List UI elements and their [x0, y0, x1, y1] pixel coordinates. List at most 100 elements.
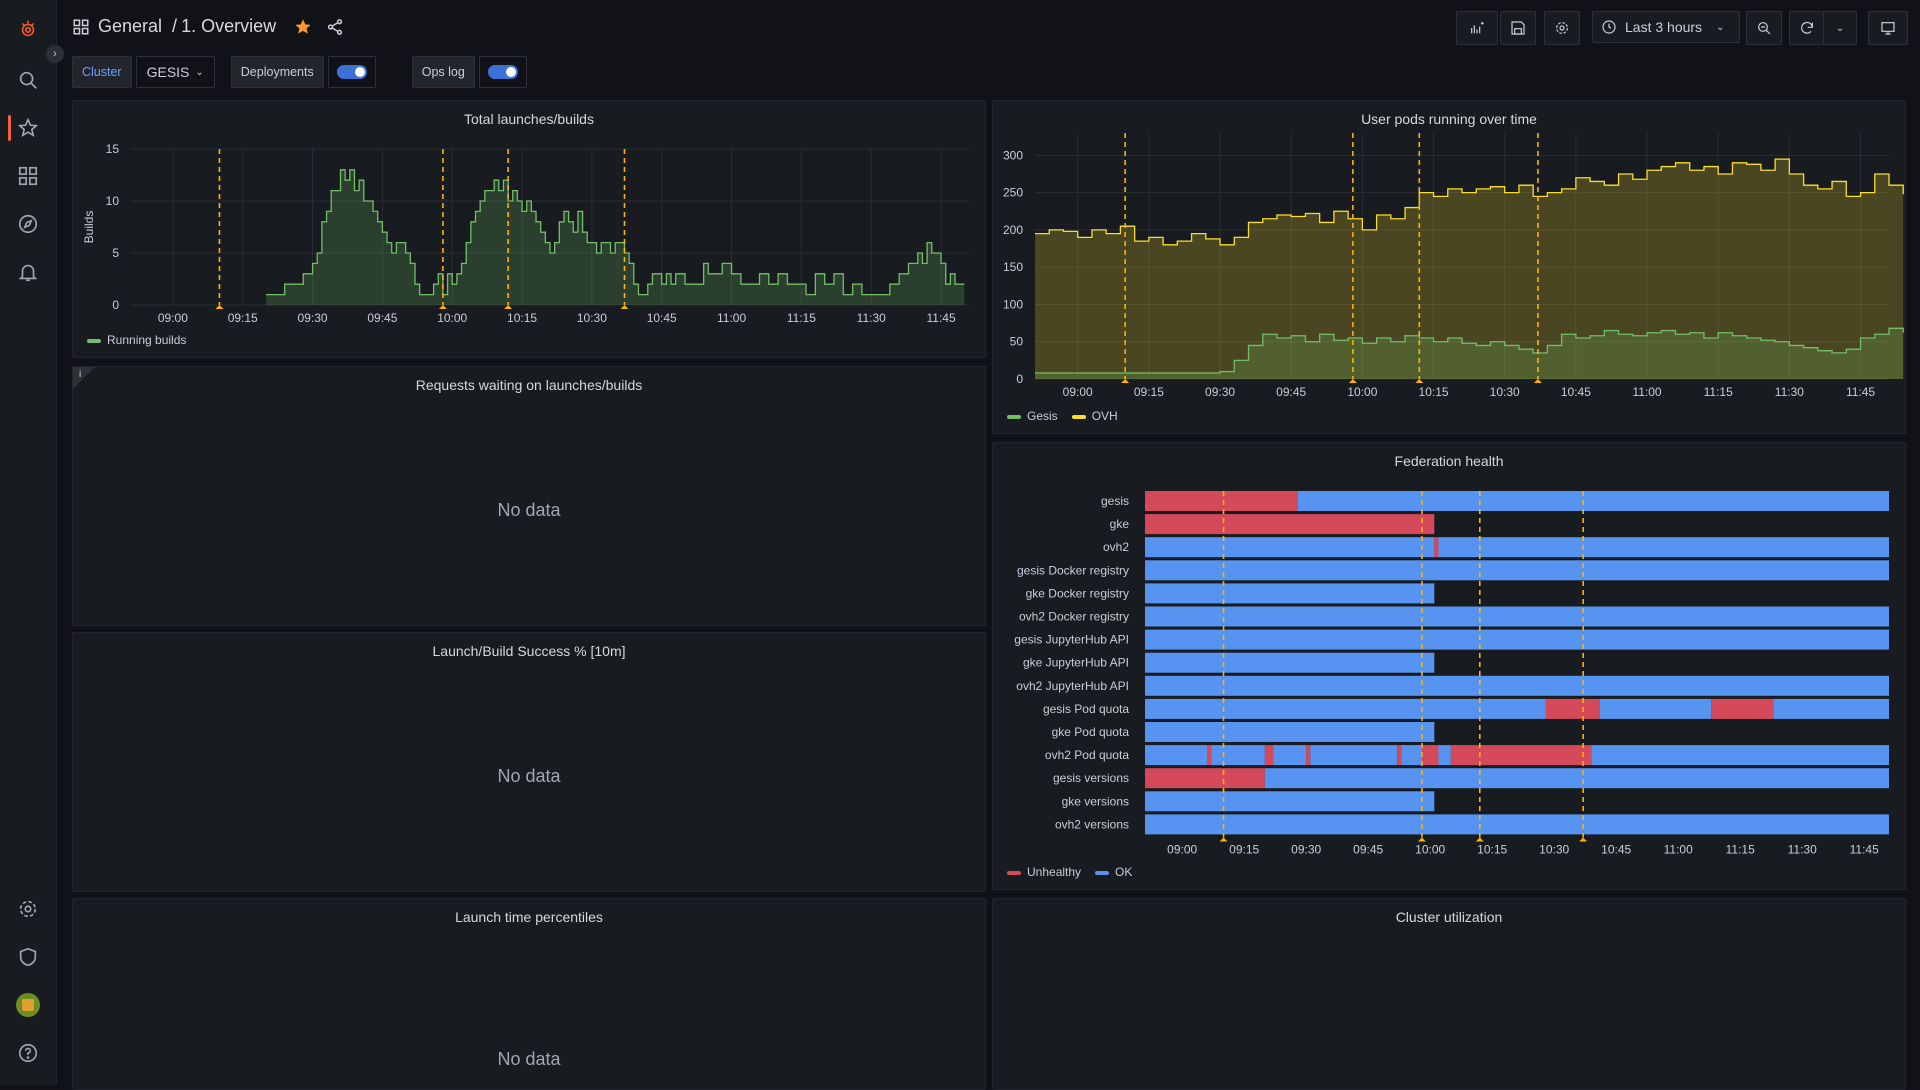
tv-mode-button[interactable] [1868, 11, 1908, 45]
y-tick-label: 15 [106, 142, 120, 156]
panel-total-launches[interactable]: Total launches/builds 0 5 10 15 09:00 09:15 09… [72, 100, 986, 358]
dashboard-title[interactable]: 1. Overview [181, 16, 276, 37]
row-label: gke Pod quota [1052, 725, 1130, 739]
chevron-down-icon: ⌄ [1716, 21, 1725, 33]
x-tick-label: 10:45 [1601, 843, 1631, 857]
breadcrumb-separator: / [172, 16, 178, 36]
zoom-out-icon [1758, 22, 1771, 35]
launches-legend: Running builds [87, 333, 186, 347]
x-tick-label: 09:45 [1353, 843, 1383, 857]
legend-item[interactable]: OK [1095, 865, 1132, 879]
x-tick-label: 10:00 [1415, 843, 1445, 857]
server-admin-icon[interactable] [14, 943, 42, 971]
configuration-icon[interactable] [14, 895, 42, 923]
x-tick-label: 11:45 [1846, 385, 1875, 399]
breadcrumb: General / 1. Overview [72, 16, 344, 37]
user-avatar-icon[interactable] [14, 991, 42, 1019]
dashboard-settings-button[interactable] [1544, 11, 1580, 45]
x-tick-label: 09:30 [1291, 843, 1321, 857]
state-segment [1145, 698, 1546, 719]
annotation-marker [1415, 379, 1424, 383]
state-segment [1397, 745, 1402, 766]
zoom-out-button[interactable] [1746, 11, 1782, 45]
legend-item[interactable]: Running builds [87, 333, 186, 347]
x-tick-label: 11:45 [1850, 843, 1879, 857]
x-tick-label: 10:30 [1539, 843, 1569, 857]
user-pods-chart: 0 50 100 150 200 250 300 09:00 09:15 09:30 09:45 10… [1003, 133, 1904, 399]
state-segment [1599, 698, 1712, 719]
starred-icon[interactable] [14, 114, 42, 142]
row-label: gesis versions [1053, 771, 1129, 785]
variables-bar: Cluster GESIS ⌄ Deployments Ops log [72, 56, 527, 88]
breadcrumb-folder[interactable]: General [98, 16, 162, 37]
refresh-interval-dropdown[interactable]: ⌄ [1823, 11, 1857, 45]
panel-user-pods[interactable]: User pods running over time 0 50 100 150 200… [992, 100, 1906, 434]
x-tick-label: 10:00 [1347, 385, 1377, 399]
x-tick-label: 11:30 [1788, 843, 1817, 857]
legend-item[interactable]: OVH [1071, 409, 1118, 423]
save-dashboard-button[interactable] [1500, 11, 1536, 45]
legend-item[interactable]: Gesis [1007, 409, 1058, 423]
x-tick-label: 10:15 [1477, 843, 1507, 857]
share-icon[interactable] [326, 18, 344, 36]
add-panel-button[interactable] [1456, 11, 1498, 45]
state-segment [1434, 537, 1439, 558]
top-bar: General / 1. Overview Last 3 hours ⌄ ⌄ [56, 0, 1920, 55]
state-segment [1310, 745, 1398, 766]
x-tick-label: 09:00 [1167, 843, 1197, 857]
x-tick-label: 11:15 [1704, 385, 1733, 399]
side-menu [0, 0, 57, 1085]
explore-icon[interactable] [14, 210, 42, 238]
x-tick-label: 09:30 [298, 311, 328, 325]
state-segment [1145, 791, 1435, 812]
active-indicator [8, 115, 11, 141]
state-segment [1145, 768, 1265, 789]
star-favorite-icon[interactable] [294, 18, 312, 36]
state-segment [1145, 652, 1435, 673]
alerting-icon[interactable] [14, 258, 42, 286]
panel-requests-waiting[interactable]: i Requests waiting on launches/builds No… [72, 366, 986, 626]
x-tick-label: 09:00 [158, 311, 188, 325]
refresh-icon [1801, 21, 1813, 34]
gear-icon [1556, 22, 1568, 34]
deployments-toggle-label: Deployments [230, 56, 324, 88]
state-segment [1545, 698, 1600, 719]
no-data-message: No data [497, 766, 561, 786]
annotation-marker [438, 305, 447, 309]
x-tick-label: 10:45 [1561, 385, 1591, 399]
panel-federation-health[interactable]: Federation health gesis gke ovh2 gesis Dock… [992, 442, 1906, 890]
y-tick-label: 300 [1003, 148, 1023, 162]
launches-chart: 0 5 10 15 09:00 09:15 09:30 09:45 10:00 10:15 10:3… [82, 142, 969, 325]
state-segment [1145, 537, 1435, 558]
time-range-label: Last 3 hours [1625, 19, 1703, 35]
x-tick-label: 09:15 [228, 311, 258, 325]
cluster-variable-value: GESIS [146, 64, 190, 80]
y-tick-label: 5 [112, 246, 119, 260]
annotation-marker [1348, 379, 1357, 383]
x-tick-label: 11:00 [1632, 385, 1661, 399]
annotation-marker [1533, 379, 1542, 383]
panel-title: Launch/Build Success % [10m] [432, 643, 626, 659]
dashboard-grid-icon [73, 19, 89, 34]
panel-cluster-utilization[interactable]: Cluster utilization [992, 898, 1906, 1090]
time-picker-button[interactable]: Last 3 hours ⌄ [1592, 11, 1740, 43]
row-label: gke JupyterHub API [1023, 656, 1129, 670]
y-tick-label: 100 [1003, 297, 1023, 311]
state-segment [1438, 745, 1451, 766]
opslog-toggle[interactable] [478, 56, 527, 88]
grafana-logo-icon[interactable] [14, 15, 42, 43]
row-label: gke versions [1062, 794, 1129, 808]
deployments-toggle[interactable] [327, 56, 376, 88]
row-label: gesis Docker registry [1017, 563, 1129, 577]
panel-launch-success[interactable]: Launch/Build Success % [10m] No data [72, 632, 986, 892]
help-icon[interactable] [14, 1039, 42, 1067]
legend-item[interactable]: Unhealthy [1007, 865, 1081, 879]
row-label: ovh2 JupyterHub API [1016, 679, 1129, 693]
state-segment [1145, 583, 1435, 604]
dashboards-icon[interactable] [14, 162, 42, 190]
search-icon[interactable] [14, 66, 42, 94]
panel-launch-percentiles[interactable]: Launch time percentiles No data [72, 898, 986, 1090]
y-tick-label: 250 [1003, 186, 1023, 200]
refresh-button[interactable] [1789, 11, 1824, 45]
cluster-variable-select[interactable]: GESIS ⌄ [135, 56, 215, 88]
